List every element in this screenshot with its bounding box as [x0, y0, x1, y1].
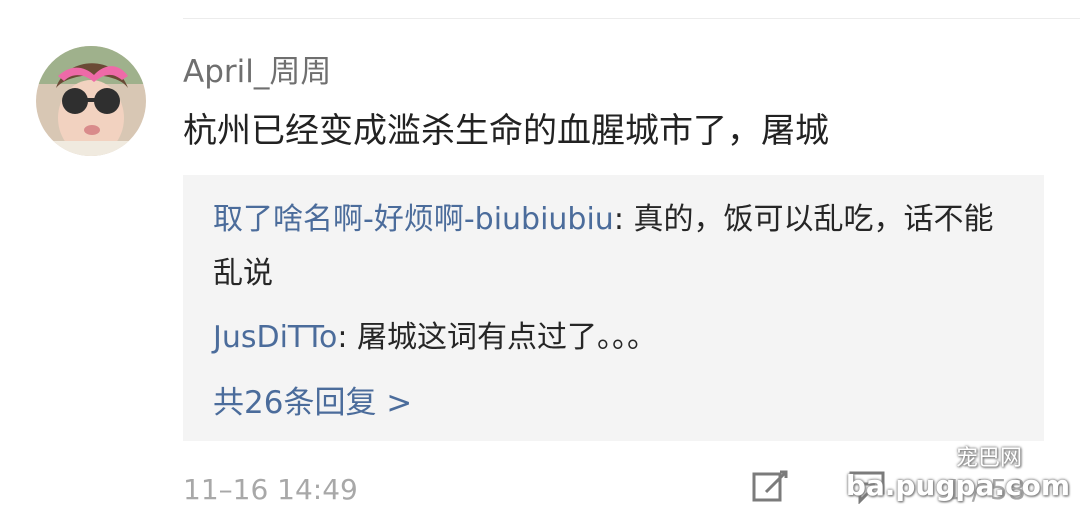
share-edit-icon[interactable] — [752, 470, 790, 508]
avatar[interactable] — [36, 46, 146, 156]
reply-item: JusDiTTo: 屠城这词有点过了。。。 — [213, 311, 1013, 365]
more-replies-link[interactable]: 共26条回复 > — [213, 376, 412, 430]
watermark: 宠巴网 ba.pugpa.com — [846, 448, 1070, 500]
reply-box: 取了啥名啊-好烦啊-biubiubiu: 真的，饭可以乱吃，话不能乱说 JusD… — [183, 175, 1044, 441]
watermark-url: ba.pugpa.com — [845, 469, 1070, 502]
reply-username[interactable]: JusDiTTo — [213, 320, 337, 355]
comment-timestamp: 11–16 14:49 — [183, 473, 358, 506]
watermark-site-name: 宠巴网 — [955, 446, 1022, 471]
reply-text: 屠城这词有点过了。。。 — [356, 320, 657, 355]
reply-separator: : — [337, 320, 357, 355]
reply-separator: : — [613, 202, 634, 237]
reply-username[interactable]: 取了啥名啊-好烦啊-biubiubiu — [213, 202, 614, 237]
comment-username[interactable]: April_周周 — [183, 50, 331, 94]
reply-item: 取了啥名啊-好烦啊-biubiubiu: 真的，饭可以乱吃，话不能乱说 — [213, 193, 1013, 301]
top-divider — [183, 18, 1080, 19]
comment-text: 杭州已经变成滥杀生命的血腥城市了，屠城 — [183, 111, 829, 151]
